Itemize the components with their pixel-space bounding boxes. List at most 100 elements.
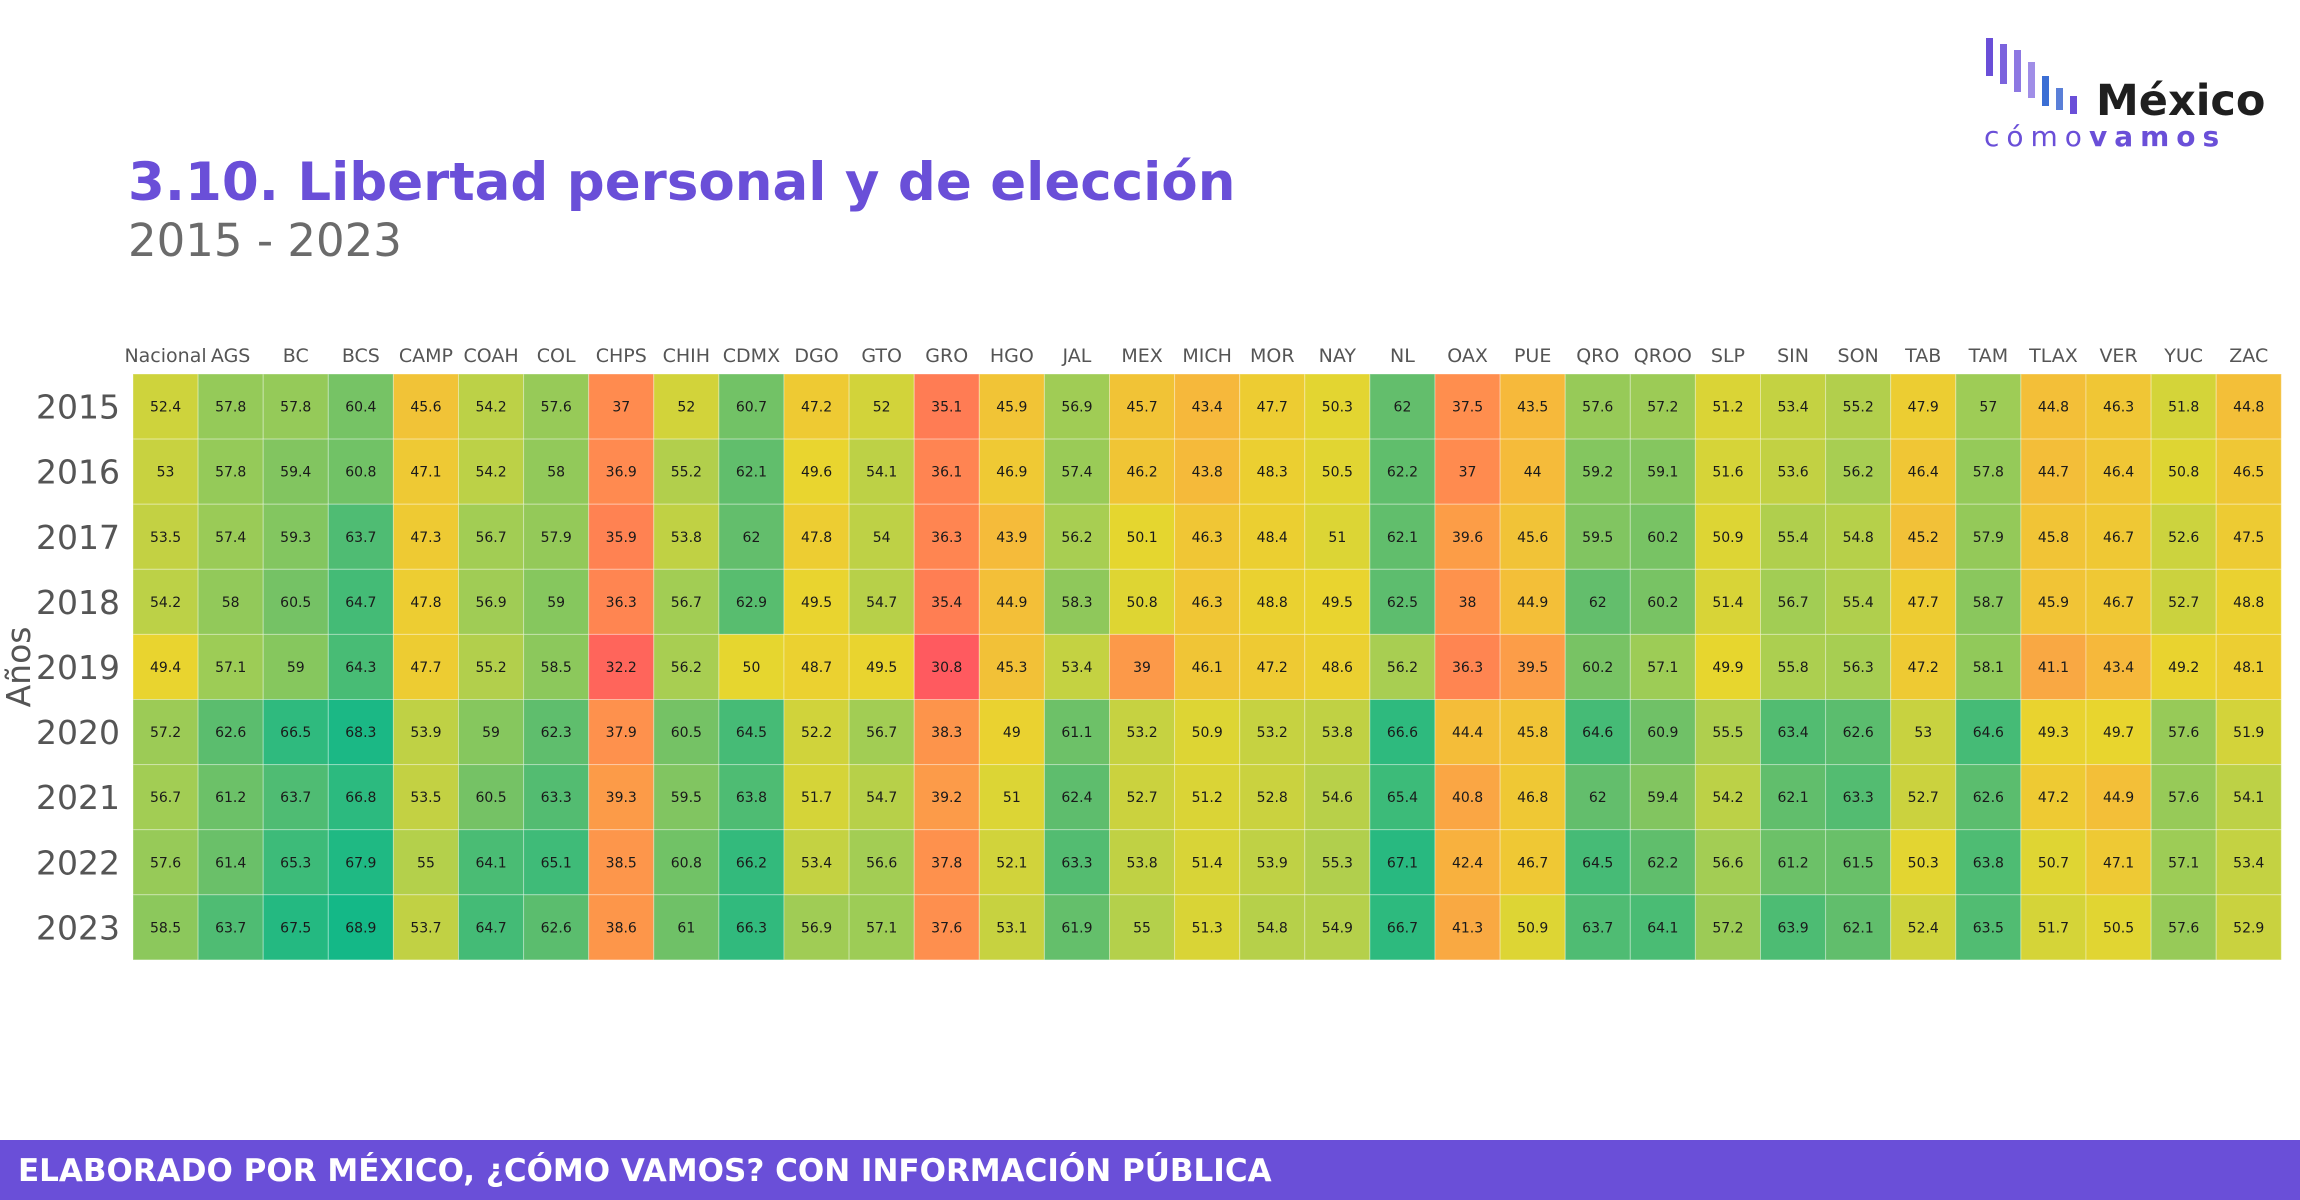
cell-value-label: 47.7 [1908,595,1939,611]
cell-value-label: 53.5 [150,530,181,546]
cell-value-label: 58.7 [1973,595,2004,611]
row-year-label: 2016 [36,453,120,492]
column-header-label: SIN [1777,345,1809,367]
cell-value-label: 56.2 [1061,530,1092,546]
cell-value-label: 49.7 [2103,725,2134,741]
cell-value-label: 66.8 [345,790,376,806]
cell-value-label: 47.3 [410,530,441,546]
cell-value-label: 40.8 [1452,790,1483,806]
cell-value-label: 46.7 [2103,595,2134,611]
cell-value-label: 45.7 [1126,400,1157,416]
cell-value-label: 55.4 [1777,530,1808,546]
cell-value-label: 50.1 [1126,530,1157,546]
cell-value-label: 50.5 [2103,920,2134,936]
cell-value-label: 56.7 [1777,595,1808,611]
cell-value-label: 30.8 [931,660,962,676]
cell-value-label: 36.3 [931,530,962,546]
cell-value-label: 50.7 [2038,855,2069,871]
cell-value-label: 48.4 [1257,530,1288,546]
cell-value-label: 50.8 [2168,465,2199,481]
cell-value-label: 60.2 [1647,595,1678,611]
column-header-label: MOR [1250,345,1295,367]
cell-value-label: 47.7 [1257,400,1288,416]
cell-value-label: 58 [222,595,240,611]
cell-value-label: 38 [1459,595,1477,611]
cell-value-label: 56.3 [1843,660,1874,676]
cell-value-label: 57.6 [2168,920,2199,936]
cell-value-label: 46.7 [2103,530,2134,546]
column-header-label: MEX [1121,345,1162,367]
cell-value-label: 48.8 [2233,595,2264,611]
cell-value-label: 67.5 [280,920,311,936]
cell-value-label: 46.1 [1192,660,1223,676]
cell-value-label: 62.2 [1387,465,1418,481]
cell-value-label: 68.3 [345,725,376,741]
cell-value-label: 52.9 [2233,920,2264,936]
cell-value-label: 47.8 [801,530,832,546]
cell-value-label: 55.2 [475,660,506,676]
cell-value-label: 53.7 [410,920,441,936]
cell-value-label: 58.1 [1973,660,2004,676]
cell-value-label: 57.6 [541,400,572,416]
cell-value-label: 62.6 [1843,725,1874,741]
cell-value-label: 60.8 [671,855,702,871]
column-header-label: VER [2099,345,2137,367]
cell-value-label: 57.2 [150,725,181,741]
cell-value-label: 53.4 [1061,660,1092,676]
cell-value-label: 50.9 [1192,725,1223,741]
cell-value-label: 49.5 [1322,595,1353,611]
cell-value-label: 56.7 [150,790,181,806]
cell-value-label: 57.2 [1712,920,1743,936]
cell-value-label: 46.9 [996,465,1027,481]
cell-value-label: 48.6 [1322,660,1353,676]
cell-value-label: 39.5 [1517,660,1548,676]
cell-value-label: 62.6 [541,920,572,936]
cell-value-label: 62 [1589,790,1607,806]
cell-value-label: 53.4 [2233,855,2264,871]
cell-value-label: 53 [1914,725,1932,741]
cell-value-label: 57.1 [866,920,897,936]
cell-value-label: 54.1 [2233,790,2264,806]
cell-value-label: 44.8 [2038,400,2069,416]
cell-value-label: 47.2 [1257,660,1288,676]
cell-value-label: 61.2 [215,790,246,806]
cell-value-label: 55 [417,855,435,871]
cell-value-label: 47.1 [410,465,441,481]
column-header-label: OAX [1447,345,1488,367]
cell-value-label: 53.8 [1126,855,1157,871]
cell-value-label: 51.7 [2038,920,2069,936]
cell-value-label: 64.1 [475,855,506,871]
cell-value-label: 57.6 [2168,725,2199,741]
cell-value-label: 55.2 [671,465,702,481]
cell-value-label: 57.6 [2168,790,2199,806]
cell-value-label: 54.8 [1257,920,1288,936]
column-header-label: NL [1390,345,1415,367]
cell-value-label: 67.9 [345,855,376,871]
cell-value-label: 55.4 [1843,595,1874,611]
cell-value-label: 50.8 [1126,595,1157,611]
cell-value-label: 66.7 [1387,920,1418,936]
cell-value-label: 57.9 [541,530,572,546]
cell-value-label: 61.1 [1061,725,1092,741]
cell-value-label: 47.2 [2038,790,2069,806]
cell-value-label: 44.7 [2038,465,2069,481]
cell-value-label: 57.8 [215,465,246,481]
cell-value-label: 57.2 [1647,400,1678,416]
cell-value-label: 54.2 [150,595,181,611]
cell-value-label: 64.7 [345,595,376,611]
cell-value-label: 64.7 [475,920,506,936]
row-year-label: 2023 [36,908,120,947]
cell-value-label: 37 [612,400,630,416]
cell-value-label: 54.6 [1322,790,1353,806]
cell-value-label: 41.3 [1452,920,1483,936]
cell-value-label: 60.8 [345,465,376,481]
cell-value-label: 62.6 [1973,790,2004,806]
column-header-label: QROO [1634,345,1692,367]
cell-value-label: 54.7 [866,790,897,806]
cell-value-label: 49.5 [801,595,832,611]
column-header-label: CHIH [663,345,710,367]
cell-value-label: 49.2 [2168,660,2199,676]
cell-value-label: 39.6 [1452,530,1483,546]
cell-value-label: 46.3 [2103,400,2134,416]
cell-value-label: 51.4 [1712,595,1743,611]
